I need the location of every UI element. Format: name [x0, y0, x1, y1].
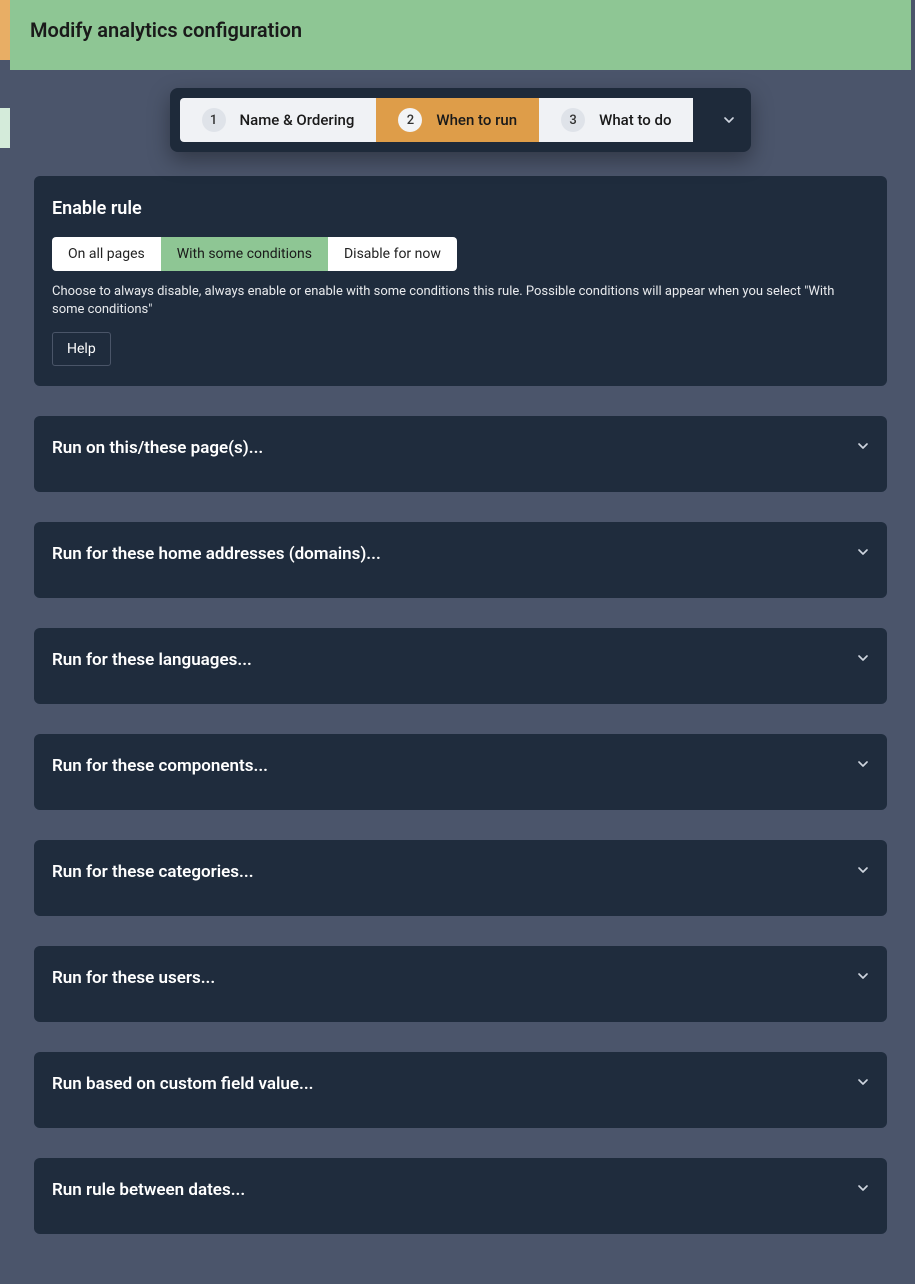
chevron-down-icon [721, 112, 737, 128]
chevron-down-icon [855, 1074, 871, 1090]
enable-rule-toggle: On all pages With some conditions Disabl… [52, 237, 457, 271]
enable-rule-card: Enable rule On all pages With some condi… [34, 176, 887, 386]
chevron-down-icon [855, 438, 871, 454]
chevron-down-icon [855, 756, 871, 772]
enable-rule-title: Enable rule [52, 198, 869, 219]
enable-rule-description: Choose to always disable, always enable … [52, 283, 869, 318]
accordion-title: Run based on custom field value... [52, 1074, 837, 1094]
accordion-title: Run for these categories... [52, 862, 837, 882]
chevron-down-icon [855, 862, 871, 878]
accordion-title: Run rule between dates... [52, 1180, 837, 1200]
help-button[interactable]: Help [52, 332, 111, 366]
chevron-down-icon [855, 1180, 871, 1196]
accordion-run-between-dates[interactable]: Run rule between dates... [34, 1158, 887, 1234]
step-what-to-do[interactable]: 3 What to do [539, 98, 693, 142]
step-name-ordering[interactable]: 1 Name & Ordering [180, 98, 377, 142]
stepper: 1 Name & Ordering 2 When to run 3 What t… [170, 88, 752, 152]
modal: Modify analytics configuration 1 Name & … [10, 0, 911, 1209]
accordion-run-on-custom-field[interactable]: Run based on custom field value... [34, 1052, 887, 1128]
accordion-run-for-domains[interactable]: Run for these home addresses (domains)..… [34, 522, 887, 598]
step-label: When to run [436, 111, 517, 129]
step-number: 2 [398, 108, 422, 132]
chevron-down-icon [855, 650, 871, 666]
modal-header: Modify analytics configuration [10, 0, 911, 70]
enable-with-conditions-button[interactable]: With some conditions [161, 237, 328, 271]
accordion-title: Run for these languages... [52, 650, 837, 670]
chevron-down-icon [855, 968, 871, 984]
accordion-title: Run on this/these page(s)... [52, 438, 837, 458]
step-number: 3 [561, 108, 585, 132]
accordion-run-for-components[interactable]: Run for these components... [34, 734, 887, 810]
step-number: 1 [202, 108, 226, 132]
step-label: What to do [599, 111, 671, 129]
accordion-title: Run for these components... [52, 756, 837, 776]
step-label: Name & Ordering [240, 111, 355, 129]
chevron-down-icon [855, 544, 871, 560]
accordion-run-for-categories[interactable]: Run for these categories... [34, 840, 887, 916]
step-when-to-run[interactable]: 2 When to run [376, 98, 539, 142]
enable-on-all-pages-button[interactable]: On all pages [52, 237, 161, 271]
accordion-title: Run for these home addresses (domains)..… [52, 544, 837, 564]
stepper-collapse-toggle[interactable] [721, 88, 737, 152]
disable-for-now-button[interactable]: Disable for now [328, 237, 457, 271]
accordion-title: Run for these users... [52, 968, 837, 988]
page-title: Modify analytics configuration [30, 18, 891, 42]
accordion-run-for-languages[interactable]: Run for these languages... [34, 628, 887, 704]
accordion-run-for-users[interactable]: Run for these users... [34, 946, 887, 1022]
accordion-run-on-pages[interactable]: Run on this/these page(s)... [34, 416, 887, 492]
